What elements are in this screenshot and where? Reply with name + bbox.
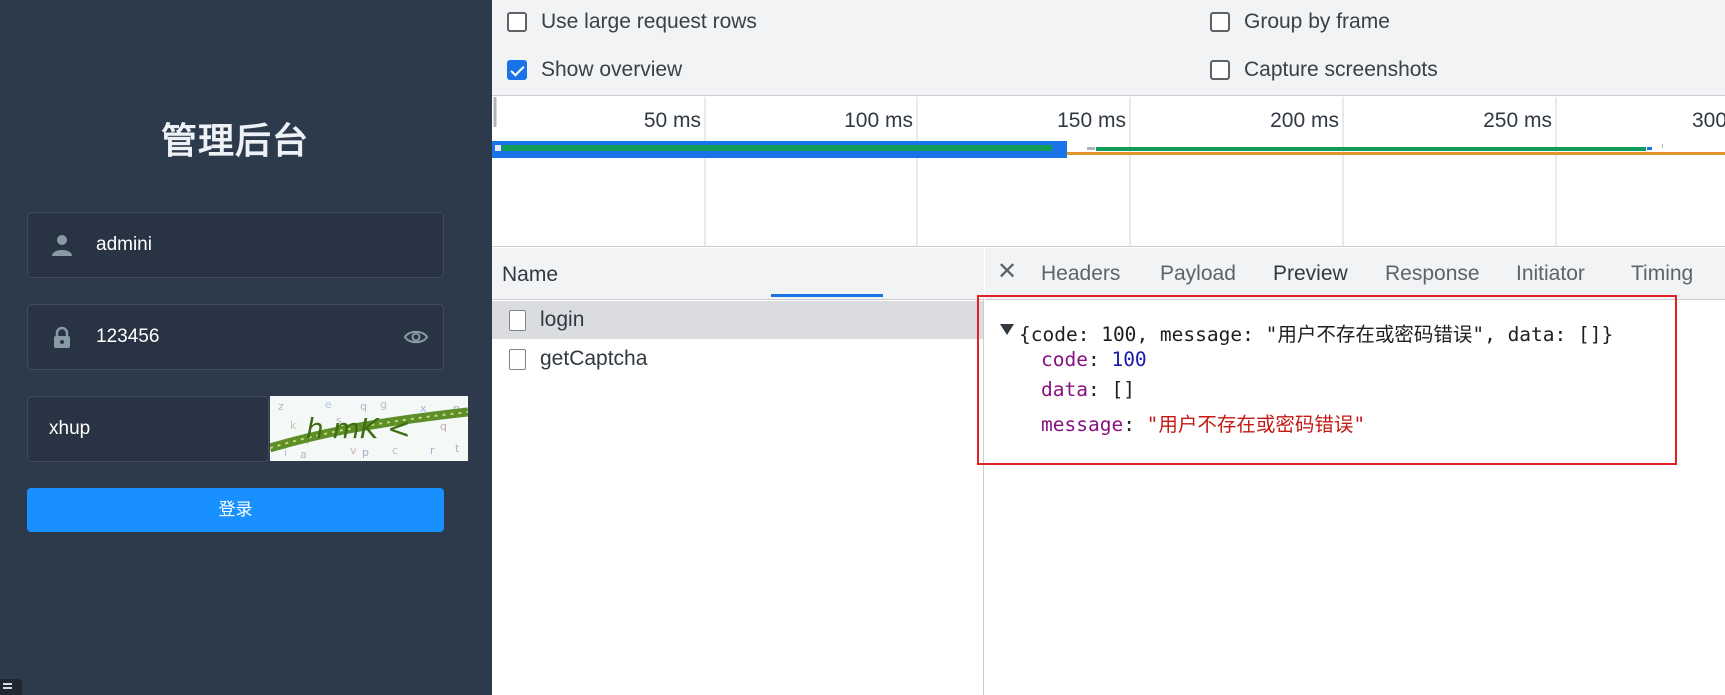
request-row-login[interactable]: login — [492, 301, 983, 339]
svg-text:e: e — [325, 398, 332, 411]
username-value: admini — [96, 234, 152, 255]
document-icon — [509, 348, 526, 370]
capture-screenshots-label: Capture screenshots — [1244, 58, 1438, 81]
tab-preview[interactable]: Preview — [1273, 262, 1348, 286]
request-list: Name login getCaptcha — [492, 248, 984, 695]
password-value: 123456 — [96, 326, 160, 347]
tick-label: 200 ms — [1270, 109, 1339, 132]
svg-text:c: c — [392, 444, 398, 457]
svg-text:k: k — [290, 419, 297, 432]
overview-load-line — [1067, 152, 1725, 155]
login-button[interactable]: 登录 — [27, 488, 444, 532]
tick-label: 50 ms — [644, 109, 701, 132]
json-key: message — [1041, 413, 1124, 436]
svg-text:q: q — [440, 420, 447, 433]
group-by-frame-checkbox[interactable] — [1210, 12, 1230, 32]
captcha-image[interactable]: zkq esq gex qpi avp crt h mK < — [270, 396, 468, 461]
json-string: "用户不存在或密码错误" — [1146, 413, 1366, 436]
json-preview: {code: 100, message: "用户不存在或密码错误", data:… — [985, 300, 1725, 695]
captcha-field[interactable]: xhup — [27, 396, 269, 462]
json-summary-line[interactable]: {code: 100, message: "用户不存在或密码错误", data:… — [1019, 318, 1613, 347]
request-detail-pane: ✕ Headers Payload Preview Response Initi… — [985, 248, 1725, 695]
svg-text:v: v — [350, 444, 357, 457]
password-field[interactable]: 123456 — [27, 304, 444, 370]
tick-label: 150 ms — [1057, 109, 1126, 132]
expand-triangle-icon[interactable] — [1000, 324, 1014, 335]
svg-text:r: r — [430, 444, 435, 457]
document-icon — [509, 309, 526, 331]
json-key: data — [1041, 378, 1088, 401]
network-overview[interactable]: 50 ms 100 ms 150 ms 200 ms 250 ms 300 — [492, 97, 1725, 247]
lock-icon — [54, 326, 70, 348]
username-field[interactable]: admini — [27, 212, 444, 278]
devtools-network-panel: Use large request rows Show overview Gro… — [492, 0, 1725, 695]
json-message-line: message: "用户不存在或密码错误" — [1041, 413, 1366, 436]
svg-text:t: t — [455, 442, 460, 455]
json-array: [] — [1111, 378, 1135, 401]
tab-initiator[interactable]: Initiator — [1516, 262, 1585, 286]
tick-label: 300 — [1692, 109, 1725, 132]
overview-bar-getcaptcha — [1096, 147, 1646, 151]
request-row-getcaptcha[interactable]: getCaptcha — [492, 340, 983, 378]
show-overview-checkbox[interactable] — [507, 60, 527, 80]
show-overview-option[interactable]: Show overview — [507, 56, 682, 84]
json-code-line: code: 100 — [1041, 348, 1147, 371]
menu-icon[interactable] — [0, 679, 22, 695]
active-tab-indicator — [771, 294, 883, 297]
eye-icon[interactable] — [403, 325, 429, 349]
user-icon — [52, 235, 72, 256]
name-column-header[interactable]: Name — [492, 248, 984, 300]
json-number: 100 — [1111, 348, 1147, 371]
login-panel: 管理后台 admini 123456 xhup zkq esq gex qpi — [0, 0, 492, 695]
show-overview-label: Show overview — [541, 58, 683, 81]
svg-text:z: z — [278, 400, 284, 413]
group-by-frame-option[interactable]: Group by frame — [1210, 8, 1390, 36]
request-name: getCaptcha — [540, 347, 648, 370]
svg-text:a: a — [300, 448, 307, 461]
captcha-value: xhup — [49, 418, 91, 439]
request-name: login — [540, 308, 585, 331]
capture-screenshots-option[interactable]: Capture screenshots — [1210, 56, 1438, 84]
svg-text:p: p — [362, 446, 369, 459]
tab-payload[interactable]: Payload — [1160, 262, 1236, 286]
overview-bar-login — [502, 145, 1052, 151]
captcha-text: h mK < — [306, 412, 411, 445]
use-large-rows-label: Use large request rows — [541, 10, 757, 33]
capture-screenshots-checkbox[interactable] — [1210, 60, 1230, 80]
tab-response[interactable]: Response — [1385, 262, 1480, 286]
tick-label: 100 ms — [844, 109, 913, 132]
svg-text:g: g — [380, 398, 387, 411]
detail-tabbar: ✕ Headers Payload Preview Response Initi… — [985, 248, 1725, 300]
use-large-rows-checkbox[interactable] — [507, 12, 527, 32]
use-large-rows-option[interactable]: Use large request rows — [507, 8, 757, 36]
tab-headers[interactable]: Headers — [1041, 262, 1120, 286]
json-key: code — [1041, 348, 1088, 371]
tab-timing[interactable]: Timing — [1631, 262, 1693, 286]
tick-label: 250 ms — [1483, 109, 1552, 132]
group-by-frame-label: Group by frame — [1244, 10, 1390, 33]
page-title: 管理后台 — [160, 121, 309, 162]
json-data-line: data: [] — [1041, 378, 1135, 401]
close-icon[interactable]: ✕ — [993, 258, 1021, 286]
network-settings: Use large request rows Show overview Gro… — [492, 0, 1725, 96]
